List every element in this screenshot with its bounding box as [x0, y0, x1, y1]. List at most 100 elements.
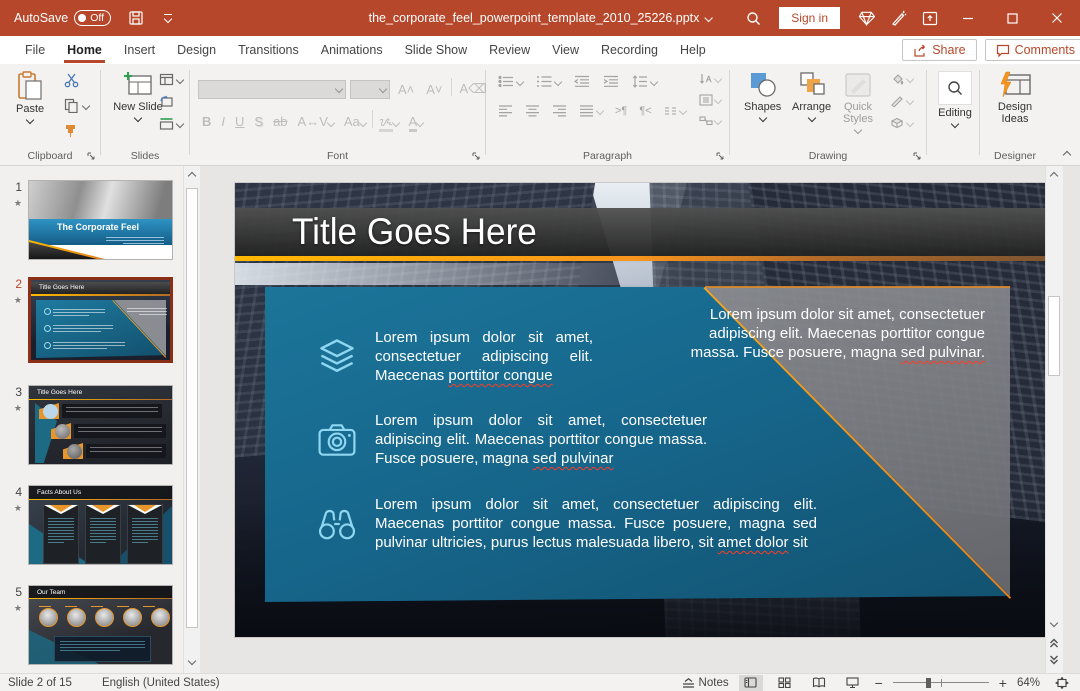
tab-animations[interactable]: Animations: [310, 38, 394, 62]
tab-home[interactable]: Home: [56, 38, 113, 62]
autosave-toggle[interactable]: AutoSave Off: [14, 10, 111, 26]
slide-sorter-view-button[interactable]: [773, 675, 797, 691]
justify-button[interactable]: [577, 104, 605, 118]
align-text-button[interactable]: [697, 93, 723, 107]
bullet-item-2[interactable]: Lorem ipsum dolor sit amet, consectetuer…: [315, 411, 707, 468]
tab-file[interactable]: File: [14, 38, 56, 62]
side-panel-text[interactable]: Lorem ipsum dolor sit amet, consectetuer…: [685, 305, 985, 362]
font-size-combobox[interactable]: [350, 80, 390, 99]
tab-insert[interactable]: Insert: [113, 38, 166, 62]
presenter-coach-button[interactable]: [883, 3, 913, 33]
bullet-text-1[interactable]: Lorem ipsum dolor sit amet, consectetuer…: [375, 328, 593, 385]
slide-editor[interactable]: Title Goes Here Lorem ipsum dolor sit am…: [235, 183, 1048, 637]
zoom-out-button[interactable]: −: [875, 675, 883, 691]
numbering-button[interactable]: [534, 74, 563, 89]
bullets-button[interactable]: [496, 74, 525, 89]
next-slide-button[interactable]: [1047, 653, 1061, 667]
fit-slide-to-window-button[interactable]: [1050, 675, 1074, 691]
ribbon-display-options-button[interactable]: [915, 3, 945, 33]
tab-recording[interactable]: Recording: [590, 38, 669, 62]
shape-fill-button[interactable]: [888, 72, 915, 86]
reading-view-button[interactable]: [807, 675, 831, 691]
tab-transitions[interactable]: Transitions: [227, 38, 310, 62]
tab-design[interactable]: Design: [166, 38, 227, 62]
tab-view[interactable]: View: [541, 38, 590, 62]
font-color-button[interactable]: A: [405, 114, 428, 129]
zoom-slider-thumb[interactable]: [926, 678, 931, 688]
increase-font-size-button[interactable]: A˄: [394, 82, 418, 97]
align-left-button[interactable]: [496, 104, 515, 118]
zoom-level[interactable]: 64%: [1017, 677, 1040, 689]
share-button[interactable]: Share: [902, 39, 976, 61]
thumbnail-scroll-down-button[interactable]: [185, 654, 199, 670]
bullet-text-3[interactable]: Lorem ipsum dolor sit amet, consectetuer…: [375, 495, 817, 552]
thumbnail-scroll-up-button[interactable]: [185, 168, 199, 184]
slide-scroll-up-button[interactable]: [1047, 168, 1061, 184]
search-button[interactable]: [738, 3, 768, 33]
format-painter-button[interactable]: [62, 122, 91, 139]
thumbnail-scrollbar[interactable]: [183, 166, 200, 673]
character-spacing-button[interactable]: A↔V: [294, 114, 338, 129]
autosave-switch[interactable]: Off: [74, 10, 111, 26]
slide-indicator[interactable]: Slide 2 of 15: [8, 677, 72, 689]
tab-slide-show[interactable]: Slide Show: [394, 38, 479, 62]
reset-button[interactable]: [157, 94, 185, 109]
cut-button[interactable]: [62, 72, 91, 89]
design-ideas-button[interactable]: Design Ideas: [988, 70, 1042, 126]
clipboard-dialog-launcher[interactable]: [87, 152, 97, 162]
shape-effects-button[interactable]: [888, 116, 915, 130]
font-name-combobox[interactable]: [198, 80, 346, 99]
decrease-indent-button[interactable]: [572, 74, 592, 89]
bullet-text-2[interactable]: Lorem ipsum dolor sit amet, consectetuer…: [375, 411, 707, 468]
section-button[interactable]: [157, 116, 185, 131]
align-right-button[interactable]: [550, 104, 569, 118]
paste-button[interactable]: Paste: [10, 70, 50, 124]
slide-3-thumbnail[interactable]: Title Goes Here: [28, 385, 173, 465]
tab-help[interactable]: Help: [669, 38, 717, 62]
underline-button[interactable]: U: [231, 114, 248, 129]
slide-2-thumbnail[interactable]: Title Goes Here: [28, 277, 173, 363]
slide-scrollbar-thumb[interactable]: [1048, 296, 1060, 376]
slide-5-thumbnail[interactable]: Our Team: [28, 585, 173, 665]
shape-outline-button[interactable]: [888, 94, 915, 108]
customize-quick-access-toolbar-button[interactable]: [153, 3, 183, 33]
slide-4-thumbnail[interactable]: Facts About Us: [28, 485, 173, 565]
convert-to-smartart-button[interactable]: [697, 114, 723, 128]
slide-scroll-down-button[interactable]: [1047, 616, 1061, 632]
quick-styles-button[interactable]: Quick Styles: [834, 70, 882, 134]
slide-scrollbar[interactable]: [1045, 166, 1063, 673]
layout-button[interactable]: [157, 72, 185, 87]
slideshow-view-button[interactable]: [841, 675, 865, 691]
normal-view-button[interactable]: [739, 675, 763, 691]
drawing-dialog-launcher[interactable]: [913, 152, 923, 162]
arrange-button[interactable]: Arrange: [786, 70, 837, 122]
document-title[interactable]: the_corporate_feel_powerpoint_template_2…: [369, 11, 712, 25]
maximize-button[interactable]: [991, 3, 1033, 33]
text-shadow-button[interactable]: S: [250, 114, 267, 129]
rtl-direction-button[interactable]: ¶<: [637, 104, 653, 118]
bold-button[interactable]: B: [198, 114, 215, 129]
copy-button[interactable]: [62, 97, 91, 114]
comments-button[interactable]: Comments: [985, 39, 1080, 61]
paragraph-dialog-launcher[interactable]: [716, 152, 726, 162]
shapes-button[interactable]: Shapes: [738, 70, 787, 122]
thumbnail-scrollbar-thumb[interactable]: [186, 188, 198, 628]
sign-in-button[interactable]: Sign in: [779, 7, 840, 29]
language-indicator[interactable]: English (United States): [102, 677, 220, 689]
premium-button[interactable]: [851, 3, 881, 33]
text-highlight-button[interactable]: ᝰ: [375, 112, 403, 130]
text-direction-button[interactable]: A: [697, 72, 723, 86]
strikethrough-button[interactable]: ab: [269, 114, 291, 129]
zoom-in-button[interactable]: +: [999, 675, 1007, 691]
notes-button[interactable]: Notes: [682, 677, 729, 689]
align-center-button[interactable]: [523, 104, 542, 118]
columns-button[interactable]: [662, 105, 688, 118]
decrease-font-size-button[interactable]: A˅: [422, 82, 446, 97]
slide-1-thumbnail[interactable]: The Corporate Feel: [28, 180, 173, 260]
previous-slide-button[interactable]: [1047, 636, 1061, 650]
font-dialog-launcher[interactable]: [472, 152, 482, 162]
slide-title-text[interactable]: Title Goes Here: [292, 208, 537, 256]
minimize-button[interactable]: [947, 3, 989, 33]
collapse-ribbon-button[interactable]: [1062, 151, 1072, 159]
bullet-item-1[interactable]: Lorem ipsum dolor sit amet, consectetuer…: [315, 328, 593, 385]
